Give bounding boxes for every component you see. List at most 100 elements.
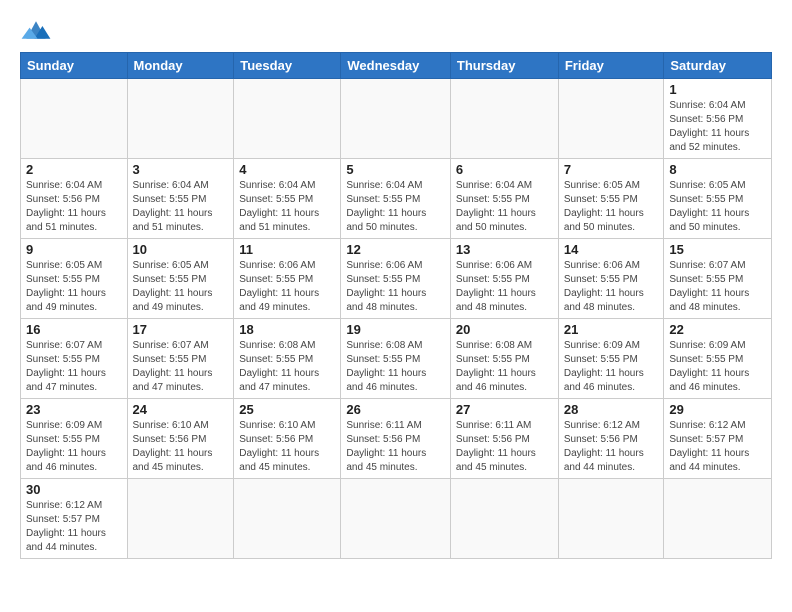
day-info: Sunrise: 6:10 AM Sunset: 5:56 PM Dayligh… bbox=[239, 419, 335, 475]
weekday-header: Tuesday bbox=[234, 53, 341, 79]
weekday-header: Friday bbox=[558, 53, 664, 79]
day-info: Sunrise: 6:12 AM Sunset: 5:57 PM Dayligh… bbox=[26, 499, 122, 555]
calendar-cell bbox=[234, 79, 341, 159]
day-info: Sunrise: 6:04 AM Sunset: 5:55 PM Dayligh… bbox=[456, 179, 553, 235]
day-number: 12 bbox=[346, 242, 445, 257]
day-info: Sunrise: 6:04 AM Sunset: 5:55 PM Dayligh… bbox=[133, 179, 229, 235]
calendar-cell: 7Sunrise: 6:05 AM Sunset: 5:55 PM Daylig… bbox=[558, 159, 664, 239]
calendar-cell: 20Sunrise: 6:08 AM Sunset: 5:55 PM Dayli… bbox=[450, 319, 558, 399]
calendar-cell: 13Sunrise: 6:06 AM Sunset: 5:55 PM Dayli… bbox=[450, 239, 558, 319]
calendar-cell: 17 Sunrise: 6:07 AM Sunset: 5:55 PM Dayli… bbox=[127, 319, 234, 399]
calendar-cell: 10Sunrise: 6:05 AM Sunset: 5:55 PM Dayli… bbox=[127, 239, 234, 319]
day-number: 25 bbox=[239, 402, 335, 417]
calendar-cell: 4 Sunrise: 6:04 AM Sunset: 5:55 PM Daylig… bbox=[234, 159, 341, 239]
day-number: 23 bbox=[26, 402, 122, 417]
day-number: 20 bbox=[456, 322, 553, 337]
logo-icon bbox=[20, 16, 52, 44]
day-number: 17 bbox=[133, 322, 229, 337]
day-number: 1 bbox=[669, 82, 766, 97]
day-number: 27 bbox=[456, 402, 553, 417]
weekday-header: Wednesday bbox=[341, 53, 451, 79]
page: SundayMondayTuesdayWednesdayThursdayFrid… bbox=[0, 0, 792, 612]
day-number: 22 bbox=[669, 322, 766, 337]
calendar-cell: 3Sunrise: 6:04 AM Sunset: 5:55 PM Daylig… bbox=[127, 159, 234, 239]
day-info: Sunrise: 6:10 AM Sunset: 5:56 PM Dayligh… bbox=[133, 419, 229, 475]
calendar-cell: 22 Sunrise: 6:09 AM Sunset: 5:55 PM Dayli… bbox=[664, 319, 772, 399]
day-number: 19 bbox=[346, 322, 445, 337]
calendar-cell bbox=[341, 479, 451, 559]
day-info: Sunrise: 6:07 AM Sunset: 5:55 PM Dayligh… bbox=[26, 339, 122, 395]
day-number: 2 bbox=[26, 162, 122, 177]
day-number: 16 bbox=[26, 322, 122, 337]
day-number: 6 bbox=[456, 162, 553, 177]
day-info: Sunrise: 6:08 AM Sunset: 5:55 PM Dayligh… bbox=[346, 339, 445, 395]
calendar-cell bbox=[341, 79, 451, 159]
day-number: 7 bbox=[564, 162, 659, 177]
calendar-cell: 5Sunrise: 6:04 AM Sunset: 5:55 PM Daylig… bbox=[341, 159, 451, 239]
day-info: Sunrise: 6:05 AM Sunset: 5:55 PM Dayligh… bbox=[133, 259, 229, 315]
day-number: 15 bbox=[669, 242, 766, 257]
weekday-header: Thursday bbox=[450, 53, 558, 79]
day-info: Sunrise: 6:09 AM Sunset: 5:55 PM Dayligh… bbox=[564, 339, 659, 395]
calendar-cell: 25 Sunrise: 6:10 AM Sunset: 5:56 PM Dayli… bbox=[234, 399, 341, 479]
day-number: 30 bbox=[26, 482, 122, 497]
calendar-cell: 14Sunrise: 6:06 AM Sunset: 5:55 PM Dayli… bbox=[558, 239, 664, 319]
calendar: SundayMondayTuesdayWednesdayThursdayFrid… bbox=[20, 52, 772, 559]
weekday-header: Monday bbox=[127, 53, 234, 79]
calendar-cell: 29 Sunrise: 6:12 AM Sunset: 5:57 PM Dayli… bbox=[664, 399, 772, 479]
calendar-cell: 1 Sunrise: 6:04 AM Sunset: 5:56 PM Daylig… bbox=[664, 79, 772, 159]
week-row: 9 Sunrise: 6:05 AM Sunset: 5:55 PM Daylig… bbox=[21, 239, 772, 319]
week-row: 30 Sunrise: 6:12 AM Sunset: 5:57 PM Dayli… bbox=[21, 479, 772, 559]
day-info: Sunrise: 6:07 AM Sunset: 5:55 PM Dayligh… bbox=[133, 339, 229, 395]
day-number: 9 bbox=[26, 242, 122, 257]
calendar-cell: 18 Sunrise: 6:08 AM Sunset: 5:55 PM Dayli… bbox=[234, 319, 341, 399]
day-info: Sunrise: 6:11 AM Sunset: 5:56 PM Dayligh… bbox=[346, 419, 445, 475]
calendar-cell: 26Sunrise: 6:11 AM Sunset: 5:56 PM Dayli… bbox=[341, 399, 451, 479]
week-row: 23Sunrise: 6:09 AM Sunset: 5:55 PM Dayli… bbox=[21, 399, 772, 479]
day-number: 24 bbox=[133, 402, 229, 417]
day-info: Sunrise: 6:04 AM Sunset: 5:55 PM Dayligh… bbox=[239, 179, 335, 235]
weekday-header-row: SundayMondayTuesdayWednesdayThursdayFrid… bbox=[21, 53, 772, 79]
day-info: Sunrise: 6:06 AM Sunset: 5:55 PM Dayligh… bbox=[346, 259, 445, 315]
calendar-cell: 8 Sunrise: 6:05 AM Sunset: 5:55 PM Daylig… bbox=[664, 159, 772, 239]
day-info: Sunrise: 6:12 AM Sunset: 5:57 PM Dayligh… bbox=[669, 419, 766, 475]
logo bbox=[20, 16, 56, 44]
day-info: Sunrise: 6:11 AM Sunset: 5:56 PM Dayligh… bbox=[456, 419, 553, 475]
calendar-cell: 6 Sunrise: 6:04 AM Sunset: 5:55 PM Daylig… bbox=[450, 159, 558, 239]
day-number: 28 bbox=[564, 402, 659, 417]
day-number: 18 bbox=[239, 322, 335, 337]
calendar-cell bbox=[558, 479, 664, 559]
calendar-cell: 15 Sunrise: 6:07 AM Sunset: 5:55 PM Dayli… bbox=[664, 239, 772, 319]
day-number: 29 bbox=[669, 402, 766, 417]
day-info: Sunrise: 6:04 AM Sunset: 5:56 PM Dayligh… bbox=[669, 99, 766, 155]
calendar-cell: 9 Sunrise: 6:05 AM Sunset: 5:55 PM Daylig… bbox=[21, 239, 128, 319]
day-number: 8 bbox=[669, 162, 766, 177]
day-number: 13 bbox=[456, 242, 553, 257]
calendar-cell bbox=[234, 479, 341, 559]
calendar-cell: 28 Sunrise: 6:12 AM Sunset: 5:56 PM Dayli… bbox=[558, 399, 664, 479]
calendar-cell: 19 Sunrise: 6:08 AM Sunset: 5:55 PM Dayli… bbox=[341, 319, 451, 399]
day-info: Sunrise: 6:06 AM Sunset: 5:55 PM Dayligh… bbox=[239, 259, 335, 315]
calendar-cell: 24 Sunrise: 6:10 AM Sunset: 5:56 PM Dayli… bbox=[127, 399, 234, 479]
day-info: Sunrise: 6:07 AM Sunset: 5:55 PM Dayligh… bbox=[669, 259, 766, 315]
day-info: Sunrise: 6:05 AM Sunset: 5:55 PM Dayligh… bbox=[669, 179, 766, 235]
calendar-cell: 23Sunrise: 6:09 AM Sunset: 5:55 PM Dayli… bbox=[21, 399, 128, 479]
calendar-cell bbox=[127, 479, 234, 559]
week-row: 1 Sunrise: 6:04 AM Sunset: 5:56 PM Daylig… bbox=[21, 79, 772, 159]
day-info: Sunrise: 6:05 AM Sunset: 5:55 PM Dayligh… bbox=[26, 259, 122, 315]
calendar-cell: 12 Sunrise: 6:06 AM Sunset: 5:55 PM Dayli… bbox=[341, 239, 451, 319]
day-info: Sunrise: 6:08 AM Sunset: 5:55 PM Dayligh… bbox=[239, 339, 335, 395]
day-number: 21 bbox=[564, 322, 659, 337]
day-number: 4 bbox=[239, 162, 335, 177]
calendar-cell bbox=[664, 479, 772, 559]
calendar-cell bbox=[558, 79, 664, 159]
day-info: Sunrise: 6:04 AM Sunset: 5:55 PM Dayligh… bbox=[346, 179, 445, 235]
weekday-header: Saturday bbox=[664, 53, 772, 79]
day-info: Sunrise: 6:09 AM Sunset: 5:55 PM Dayligh… bbox=[669, 339, 766, 395]
day-info: Sunrise: 6:12 AM Sunset: 5:56 PM Dayligh… bbox=[564, 419, 659, 475]
calendar-cell bbox=[450, 79, 558, 159]
week-row: 16 Sunrise: 6:07 AM Sunset: 5:55 PM Dayli… bbox=[21, 319, 772, 399]
day-info: Sunrise: 6:06 AM Sunset: 5:55 PM Dayligh… bbox=[564, 259, 659, 315]
calendar-cell: 16 Sunrise: 6:07 AM Sunset: 5:55 PM Dayli… bbox=[21, 319, 128, 399]
calendar-cell: 30 Sunrise: 6:12 AM Sunset: 5:57 PM Dayli… bbox=[21, 479, 128, 559]
